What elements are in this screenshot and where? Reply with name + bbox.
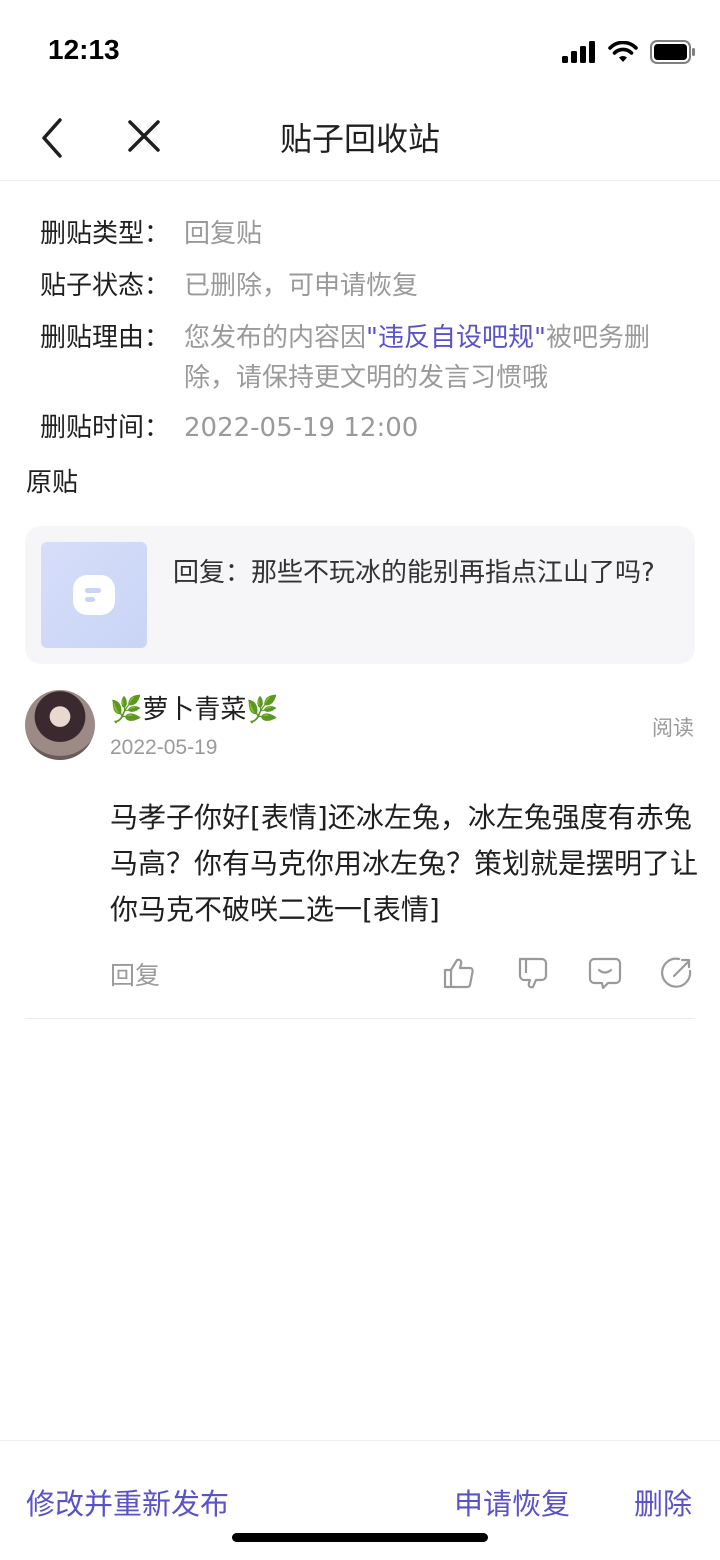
delete-reason-value: 您发布的内容因"违反自设吧规"被吧务删除，请保持更文明的发言习惯哦 — [184, 318, 700, 398]
nav-bar: 贴子回收站 — [0, 100, 720, 181]
page-title: 贴子回收站 — [279, 120, 440, 158]
like-icon[interactable] — [442, 956, 476, 990]
info-row-status: 贴子状态： 已删除，可申请恢复 — [40, 266, 700, 306]
dislike-icon[interactable] — [516, 956, 550, 990]
bottom-action-bar: 修改并重新发布 申请恢复 删除 — [0, 1440, 720, 1560]
status-icons — [562, 40, 696, 64]
avatar[interactable] — [25, 690, 95, 760]
user-name[interactable]: 🌿萝卜青菜🌿 — [110, 690, 279, 730]
info-row-time: 删贴时间： 2022-05-19 12:00 — [40, 408, 700, 448]
signal-icon — [562, 41, 595, 63]
original-post-heading: 原贴 — [26, 468, 79, 498]
original-post-thumbnail — [41, 542, 147, 648]
original-post-card[interactable]: 回复：那些不玩冰的能别再指点江山了吗? — [25, 526, 695, 664]
divider — [25, 1018, 695, 1019]
comment-icon[interactable] — [588, 956, 622, 990]
reason-rule-link[interactable]: "违反自设吧规" — [366, 323, 546, 353]
reason-prefix: 您发布的内容因 — [184, 323, 367, 353]
edit-republish-button[interactable]: 修改并重新发布 — [26, 1481, 229, 1523]
home-indicator[interactable] — [232, 1533, 488, 1542]
battery-icon — [650, 40, 695, 64]
delete-time-value: 2022-05-19 12:00 — [184, 413, 419, 443]
info-row-type: 删贴类型： 回复贴 — [40, 214, 700, 254]
read-label: 阅读 — [652, 716, 694, 740]
post-status-value: 已删除，可申请恢复 — [184, 271, 419, 301]
post-status-label: 贴子状态： — [40, 271, 171, 301]
info-row-reason: 删贴理由： 您发布的内容因"违反自设吧规"被吧务删除，请保持更文明的发言习惯哦 — [40, 318, 700, 398]
comment-text: 马孝子你好[表情]还冰左兔，冰左兔强度有赤兔马高？你有马克你用冰左兔？策划就是摆… — [110, 801, 699, 926]
status-bar: 12:13 — [0, 0, 720, 100]
reply-button[interactable]: 回复 — [110, 956, 160, 992]
status-time: 12:13 — [48, 34, 120, 65]
delete-type-label: 删贴类型： — [40, 219, 171, 249]
delete-type-value: 回复贴 — [184, 219, 263, 249]
original-post-text: 回复：那些不玩冰的能别再指点江山了吗? — [173, 558, 655, 588]
wifi-icon — [608, 41, 638, 62]
post-icon — [73, 575, 115, 615]
delete-time-label: 删贴时间： — [40, 413, 171, 443]
share-icon[interactable] — [660, 956, 694, 990]
restore-button[interactable]: 申请恢复 — [454, 1481, 570, 1523]
comment-date: 2022-05-19 — [110, 736, 218, 759]
delete-button[interactable]: 删除 — [634, 1481, 692, 1523]
delete-reason-label: 删贴理由： — [40, 323, 171, 353]
